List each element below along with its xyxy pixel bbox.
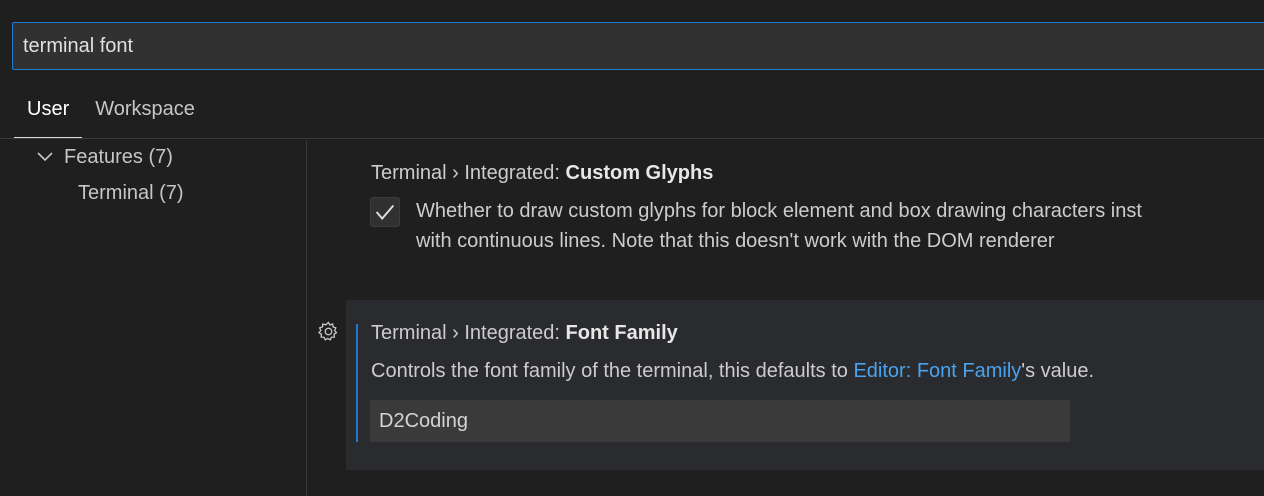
setting-category: Terminal › Integrated:: [371, 322, 566, 344]
tabs-divider: [0, 138, 1264, 139]
toc-item-terminal[interactable]: Terminal (7): [78, 182, 184, 205]
gear-icon[interactable]: [317, 320, 340, 343]
setting-description-line: with continuous lines. Note that this do…: [416, 230, 1055, 252]
custom-glyphs-checkbox[interactable]: [370, 197, 400, 227]
toc-divider: [306, 140, 307, 496]
settings-search-box[interactable]: [12, 22, 1264, 70]
description-text: Controls the font family of the terminal…: [371, 360, 854, 382]
setting-name: Font Family: [565, 322, 678, 344]
tab-user[interactable]: User: [14, 90, 83, 139]
tab-workspace[interactable]: Workspace: [82, 90, 208, 139]
setting-title: Terminal › Integrated: Custom Glyphs: [371, 162, 713, 185]
check-icon: [375, 204, 395, 220]
font-family-input[interactable]: [371, 401, 1069, 441]
setting-description-line: Whether to draw custom glyphs for block …: [416, 200, 1142, 222]
setting-description: Controls the font family of the terminal…: [371, 356, 1094, 386]
description-suffix: 's value.: [1021, 360, 1095, 382]
focus-indicator: [356, 324, 358, 442]
setting-custom-glyphs: Terminal › Integrated: Custom Glyphs: [371, 162, 713, 185]
setting-title: Terminal › Integrated: Font Family: [371, 322, 678, 345]
setting-category: Terminal › Integrated:: [371, 162, 566, 184]
editor-font-family-link[interactable]: Editor: Font Family: [853, 360, 1021, 382]
setting-name: Custom Glyphs: [565, 162, 714, 184]
toc-item-features[interactable]: Features (7): [64, 146, 173, 169]
settings-search-input[interactable]: [13, 23, 1264, 69]
font-family-field[interactable]: [370, 400, 1070, 442]
settings-scope-tabs: User Workspace: [14, 90, 208, 140]
chevron-down-icon[interactable]: [36, 150, 54, 164]
